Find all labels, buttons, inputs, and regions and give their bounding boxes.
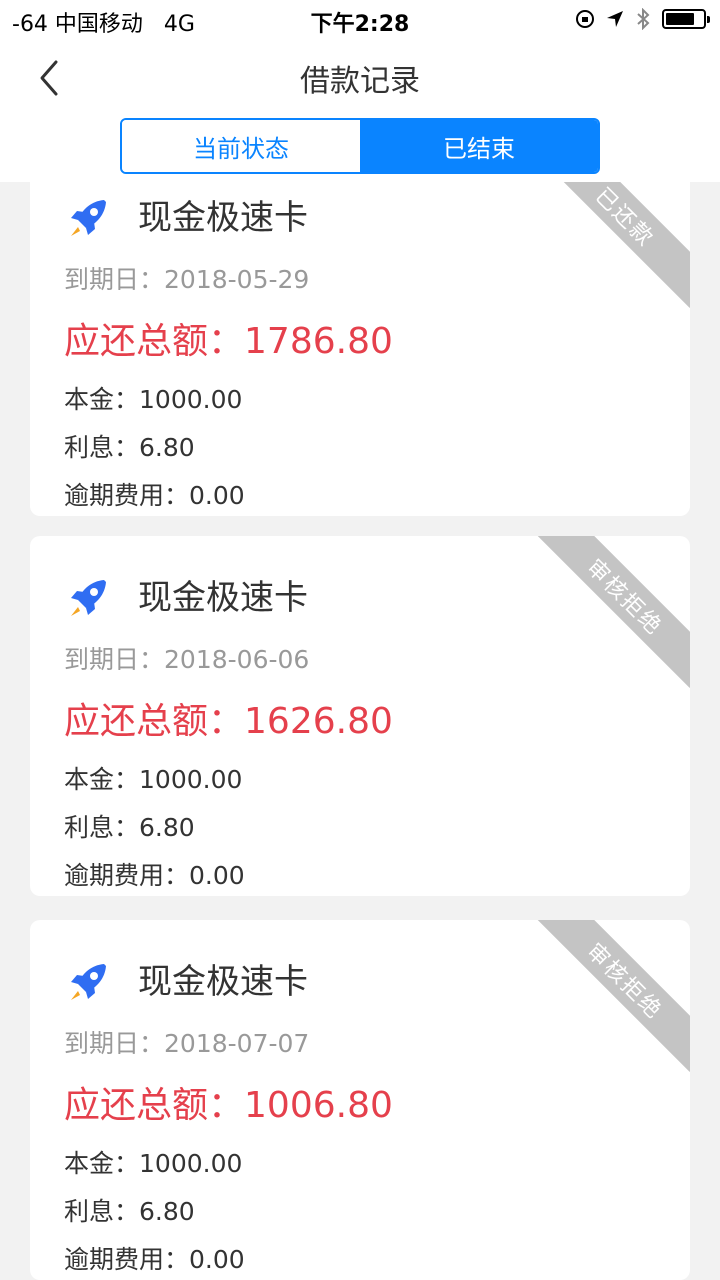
due-value: 2018-07-07 xyxy=(164,1029,310,1058)
overdue-label: 逾期费用： xyxy=(64,1245,190,1274)
overdue-value: 0.00 xyxy=(189,1245,245,1274)
interest-row: 利息：6.80 xyxy=(64,1192,195,1228)
tab-current-status[interactable]: 当前状态 xyxy=(122,120,360,172)
principal-label: 本金： xyxy=(64,385,140,414)
total-label: 应还总额： xyxy=(64,1085,245,1126)
loan-card[interactable]: 现金极速卡 到期日：2018-07-07 应还总额：1006.80 本金：100… xyxy=(30,920,690,1280)
tab-finished[interactable]: 已结束 xyxy=(360,120,598,172)
location-arrow-icon xyxy=(607,11,623,27)
interest-value: 6.80 xyxy=(139,433,195,462)
due-date: 到期日：2018-05-29 xyxy=(64,260,309,296)
due-value: 2018-05-29 xyxy=(164,265,310,294)
product-name: 现金极速卡 xyxy=(138,578,308,618)
product-name: 现金极速卡 xyxy=(138,198,308,238)
principal-label: 本金： xyxy=(64,1149,140,1178)
battery-icon xyxy=(662,9,710,29)
page-title: 借款记录 xyxy=(300,64,420,99)
loan-card[interactable]: 现金极速卡 到期日：2018-05-29 应还总额：1786.80 本金：100… xyxy=(30,182,690,516)
total-value: 1006.80 xyxy=(244,1085,393,1126)
interest-row: 利息：6.80 xyxy=(64,808,195,844)
due-value: 2018-06-06 xyxy=(164,645,310,674)
due-label: 到期日： xyxy=(64,265,165,294)
status-icons xyxy=(576,6,710,32)
tab-bar: 当前状态 已结束 xyxy=(0,118,720,182)
interest-label: 利息： xyxy=(64,433,140,462)
product-name: 现金极速卡 xyxy=(138,962,308,1002)
principal-row: 本金：1000.00 xyxy=(64,1144,242,1180)
overdue-value: 0.00 xyxy=(189,481,245,510)
loan-record-list[interactable]: 现金极速卡 到期日：2018-05-29 应还总额：1786.80 本金：100… xyxy=(0,182,720,1280)
due-label: 到期日： xyxy=(64,645,165,674)
rocket-icon xyxy=(71,580,106,616)
overdue-row: 逾期费用：0.00 xyxy=(64,476,245,512)
principal-value: 1000.00 xyxy=(139,385,243,414)
segmented-control: 当前状态 已结束 xyxy=(120,118,600,174)
total-value: 1786.80 xyxy=(244,321,393,362)
loan-card[interactable]: 现金极速卡 到期日：2018-06-06 应还总额：1626.80 本金：100… xyxy=(30,536,690,896)
total-due: 应还总额：1626.80 xyxy=(64,692,393,744)
status-ribbon: 审核拒绝 xyxy=(534,536,690,688)
status-ribbon: 已还款 xyxy=(534,182,690,308)
interest-label: 利息： xyxy=(64,1197,140,1226)
principal-row: 本金：1000.00 xyxy=(64,760,242,796)
due-date: 到期日：2018-06-06 xyxy=(64,640,309,676)
overdue-row: 逾期费用：0.00 xyxy=(64,856,245,892)
due-label: 到期日： xyxy=(64,1029,165,1058)
due-date: 到期日：2018-07-07 xyxy=(64,1024,309,1060)
overdue-row: 逾期费用：0.00 xyxy=(64,1240,245,1276)
principal-value: 1000.00 xyxy=(139,1149,243,1178)
status-bar: -64 中国移动 4G 下午2:28 xyxy=(0,0,720,38)
rocket-icon xyxy=(71,200,106,236)
overdue-label: 逾期费用： xyxy=(64,481,190,510)
interest-value: 6.80 xyxy=(139,813,195,842)
total-value: 1626.80 xyxy=(244,701,393,742)
rocket-icon xyxy=(71,964,106,1000)
overdue-label: 逾期费用： xyxy=(64,861,190,890)
total-label: 应还总额： xyxy=(64,701,245,742)
interest-row: 利息：6.80 xyxy=(64,428,195,464)
nav-bar: 借款记录 xyxy=(0,38,720,118)
principal-label: 本金： xyxy=(64,765,140,794)
interest-label: 利息： xyxy=(64,813,140,842)
bluetooth-icon xyxy=(637,8,650,30)
total-due: 应还总额：1006.80 xyxy=(64,1076,393,1128)
status-ribbon: 审核拒绝 xyxy=(534,920,690,1072)
total-label: 应还总额： xyxy=(64,321,245,362)
principal-value: 1000.00 xyxy=(139,765,243,794)
interest-value: 6.80 xyxy=(139,1197,195,1226)
lock-rotation-icon xyxy=(576,10,594,28)
overdue-value: 0.00 xyxy=(189,861,245,890)
principal-row: 本金：1000.00 xyxy=(64,380,242,416)
total-due: 应还总额：1786.80 xyxy=(64,312,393,364)
